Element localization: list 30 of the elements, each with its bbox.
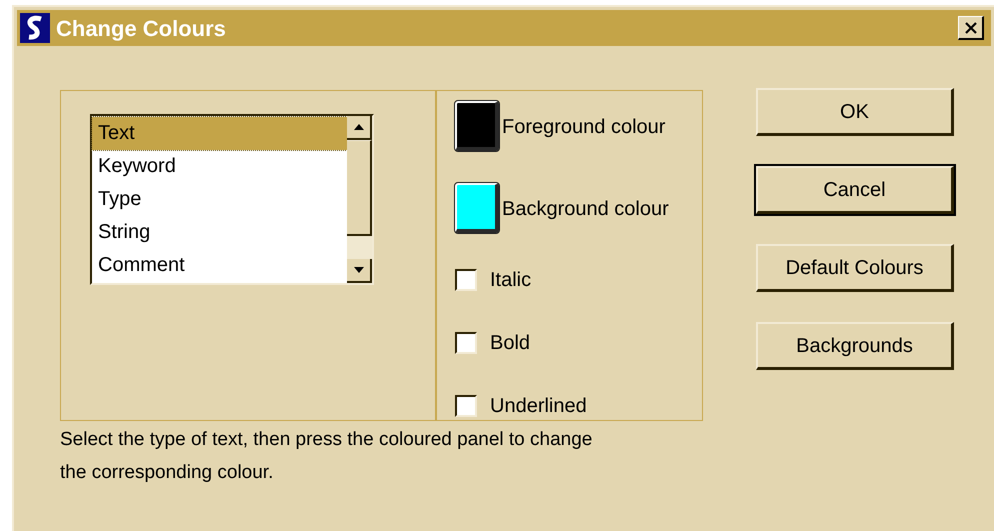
list-item[interactable]: Comment bbox=[92, 249, 347, 282]
style-checkbox[interactable]: Italic bbox=[455, 268, 702, 292]
colour-label: Foreground colour bbox=[502, 115, 666, 140]
hint-text: Select the type of text, then press the coloured panel to change the corresponding colour. bbox=[60, 428, 594, 485]
window-title: Change Colours bbox=[56, 14, 227, 43]
down-arrow-icon bbox=[354, 267, 364, 273]
app-logo-icon bbox=[20, 13, 50, 43]
dialog-button[interactable]: Cancel bbox=[756, 166, 954, 214]
style-checkbox[interactable]: Underlined bbox=[455, 394, 702, 418]
scroll-down-button[interactable] bbox=[347, 259, 372, 283]
scroll-thumb[interactable] bbox=[347, 140, 372, 236]
colour-swatch[interactable] bbox=[455, 101, 499, 151]
dialog-button[interactable]: OK bbox=[756, 88, 954, 136]
scroll-up-button[interactable] bbox=[347, 116, 372, 140]
checkbox[interactable] bbox=[455, 332, 477, 354]
dialog-button[interactable]: Backgrounds bbox=[756, 322, 954, 370]
checkbox[interactable] bbox=[455, 395, 477, 417]
scrollbar[interactable] bbox=[347, 116, 372, 283]
colour-label: Background colour bbox=[502, 197, 669, 222]
up-arrow-icon bbox=[354, 124, 364, 130]
list-item[interactable]: Text bbox=[92, 117, 347, 150]
close-icon bbox=[964, 22, 976, 34]
style-checkbox[interactable]: Bold bbox=[455, 331, 702, 355]
list-item[interactable]: String bbox=[92, 216, 347, 249]
close-button[interactable] bbox=[958, 16, 984, 40]
colour-swatch[interactable] bbox=[455, 183, 499, 233]
checkbox[interactable] bbox=[455, 269, 477, 291]
list-item[interactable]: Type bbox=[92, 183, 347, 216]
dialog-button[interactable]: Default Colours bbox=[756, 244, 954, 292]
list-item[interactable]: Keyword bbox=[92, 150, 347, 183]
